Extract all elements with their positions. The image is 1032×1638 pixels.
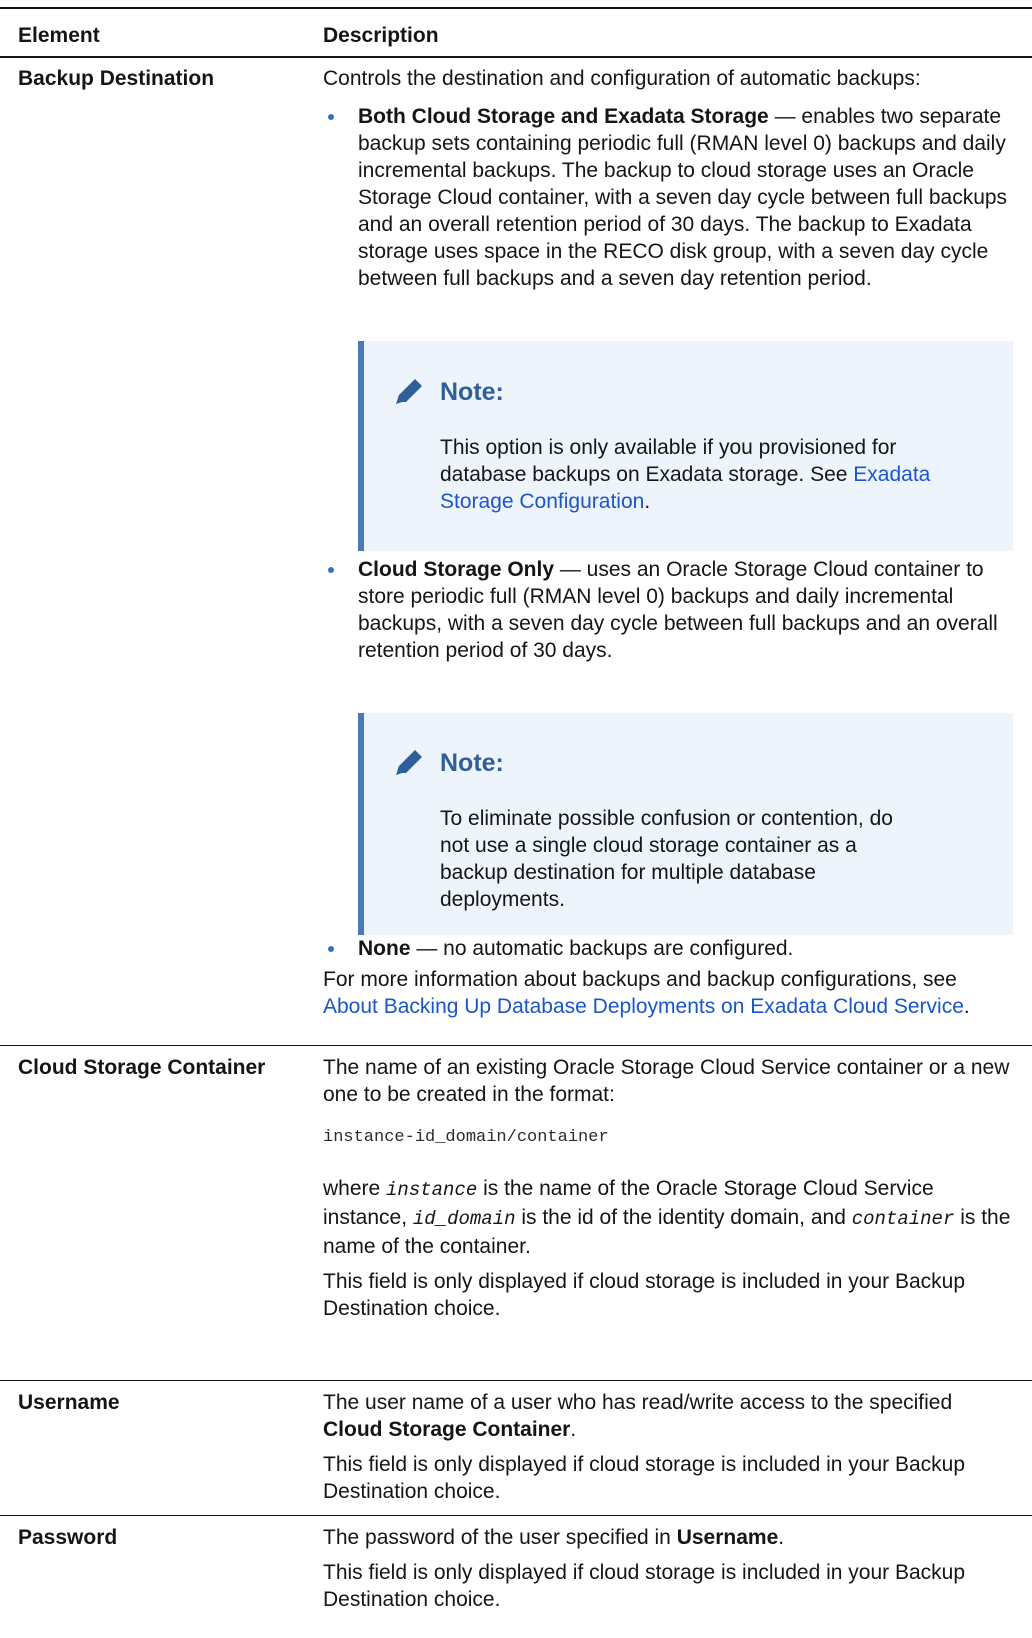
row-rule [0, 1380, 1032, 1381]
row-cloud-container-desc: The name of an existing Oracle Storage C… [323, 1054, 1013, 1322]
note-title: Note: [440, 378, 504, 406]
option-text: — no automatic backups are configured. [410, 937, 794, 960]
bullet-icon [328, 946, 334, 952]
row-username-label: Username [18, 1391, 120, 1414]
row-rule [0, 1045, 1032, 1046]
container-format: instance-id_domain/container [323, 1128, 609, 1147]
list-item: None — no automatic backups are configur… [323, 935, 1013, 962]
table-top-rule [0, 7, 1032, 9]
row-password-label: Password [18, 1526, 118, 1549]
note-text: This option is only available if you pro… [440, 436, 897, 486]
username-displayed-note: This field is only displayed if cloud st… [323, 1453, 966, 1503]
option-text: — enables two separate backup sets conta… [358, 105, 1008, 290]
username-text: The user name of a user who has read/wri… [323, 1391, 953, 1441]
bullet-icon [328, 114, 334, 120]
header-rule [0, 56, 1032, 58]
header-element: Element [18, 24, 100, 47]
about-backing-up-link[interactable]: About Backing Up Database Deployments on… [323, 995, 964, 1018]
note-end: . [644, 490, 651, 513]
note-title: Note: [440, 749, 504, 777]
row-backup-destination-desc: Controls the destination and configurati… [323, 65, 1013, 1020]
container-where: where instance is the name of the Oracle… [323, 1177, 1011, 1258]
intro-text: Controls the destination and configurati… [323, 67, 921, 90]
container-displayed-note: This field is only displayed if cloud st… [323, 1270, 966, 1320]
row-password-desc: The password of the user specified in Us… [323, 1524, 1013, 1613]
list-item: Cloud Storage Only — uses an Oracle Stor… [323, 556, 1013, 664]
password-text: The password of the user specified in Us… [323, 1526, 785, 1549]
more-info-text: For more information about backups and b… [323, 968, 970, 1018]
container-text: The name of an existing Oracle Storage C… [323, 1056, 1010, 1106]
list-item: Both Cloud Storage and Exadata Storage —… [323, 103, 1013, 292]
row-backup-destination-label: Backup Destination [18, 67, 215, 90]
pencil-icon [396, 379, 422, 404]
row-cloud-container-label: Cloud Storage Container [18, 1056, 266, 1079]
note-box: Note: This option is only available if y… [358, 341, 1013, 551]
option-title: Both Cloud Storage and Exadata Storage [358, 105, 769, 128]
password-displayed-note: This field is only displayed if cloud st… [323, 1561, 966, 1611]
header-description: Description [323, 24, 439, 47]
option-title: Cloud Storage Only [358, 558, 555, 581]
note-box: Note: To eliminate possible confusion or… [358, 713, 1013, 935]
bullet-icon [328, 567, 334, 573]
row-rule [0, 1515, 1032, 1516]
note-body: To eliminate possible confusion or conte… [440, 807, 893, 911]
note-body: This option is only available if you pro… [440, 434, 980, 515]
row-username-desc: The user name of a user who has read/wri… [323, 1389, 1013, 1505]
pencil-icon [396, 750, 422, 775]
option-title: None [358, 937, 411, 960]
